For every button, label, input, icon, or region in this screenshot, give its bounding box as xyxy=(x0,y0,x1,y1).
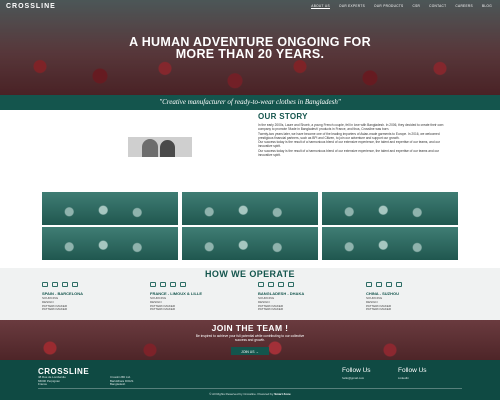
footer-follow-heading: Follow Us xyxy=(398,367,427,374)
copyright-credit-link[interactable]: Smart Zone xyxy=(274,392,291,396)
operate-column-france: FRANCE - LIMOUX & LILLE SOURCING DESIGN … xyxy=(150,291,230,312)
gallery-photo[interactable] xyxy=(322,192,458,225)
gallery-photo[interactable] xyxy=(322,227,458,260)
founder-figure xyxy=(142,139,158,157)
founders-photo xyxy=(128,137,192,157)
nav-our-products[interactable]: OUR PRODUCTS xyxy=(374,4,403,9)
story-paragraph: Twenty-two years later, we have become o… xyxy=(258,131,440,140)
pattern-icon xyxy=(386,282,392,287)
factory-icon xyxy=(180,282,186,287)
footer-address-france: 48 Rue de Lombardie 66000 Perpignan Fran… xyxy=(38,375,66,387)
operate-column-bangladesh: BANGLADESH - DHAKA SOURCING DESIGN PATTE… xyxy=(258,291,338,312)
sourcing-icon xyxy=(366,282,372,287)
copyright-text: © All Rights Reserved by Crossline. Powe… xyxy=(209,392,274,396)
gallery-photo[interactable] xyxy=(42,227,178,260)
operate-item: PATTERN MAKER xyxy=(366,307,392,312)
copyright: © All Rights Reserved by Crossline. Powe… xyxy=(0,392,500,396)
story-paragraph: Our success today is the result of a har… xyxy=(258,149,440,158)
nav-contact[interactable]: CONTACT xyxy=(429,4,446,9)
operate-icons xyxy=(258,282,308,288)
operate-icons xyxy=(42,282,92,288)
join-us-button[interactable]: JOIN US → xyxy=(231,347,269,355)
address-line: Bangladesh xyxy=(110,382,126,386)
nav-csr[interactable]: CSR xyxy=(413,4,421,9)
factory-icon xyxy=(396,282,402,287)
founder-figure xyxy=(160,140,175,157)
address-line: France xyxy=(38,382,47,386)
design-icon xyxy=(376,282,382,287)
gallery-photo[interactable] xyxy=(182,227,318,260)
operate-icons xyxy=(150,282,200,288)
gallery-photo[interactable] xyxy=(42,192,178,225)
pattern-icon xyxy=(62,282,68,287)
pattern-icon xyxy=(278,282,284,287)
story-text: In the early 2000s, Laure and Shoeb, a y… xyxy=(258,123,448,158)
factory-icon xyxy=(288,282,294,287)
join-title: JOIN THE TEAM ! xyxy=(211,323,289,333)
operate-title: HOW WE OPERATE xyxy=(205,269,295,279)
hero-title: A HUMAN ADVENTURE ONGOING FOR MORE THAN … xyxy=(0,36,500,61)
gallery-photo[interactable] xyxy=(182,192,318,225)
factory-icon xyxy=(72,282,78,287)
main-nav: ABOUT US OUR EXPERTS OUR PRODUCTS CSR CO… xyxy=(311,4,492,9)
tagline-banner: "Creative manufacturer of ready-to-wear … xyxy=(0,95,500,110)
nav-careers[interactable]: CAREERS xyxy=(455,4,473,9)
footer-social-link[interactable]: LinkedIn xyxy=(398,376,409,381)
nav-blog[interactable]: BLOG xyxy=(482,4,492,9)
nav-about-us[interactable]: ABOUT US xyxy=(311,4,330,9)
photo-gallery xyxy=(42,192,458,260)
nav-our-experts[interactable]: OUR EXPERTS xyxy=(339,4,365,9)
design-icon xyxy=(52,282,58,287)
footer-email[interactable]: hello@gmail.com xyxy=(342,376,364,381)
operate-column-spain: SPAIN - BARCELONA SOURCING DESIGN PATTER… xyxy=(42,291,122,312)
hero-title-line2: MORE THAN 20 YEARS. xyxy=(175,47,325,61)
operate-item: PATTERN MAKER xyxy=(258,307,284,312)
brand-logo[interactable]: CROSSLINE xyxy=(6,3,56,10)
story-title: OUR STORY xyxy=(258,112,308,121)
sourcing-icon xyxy=(42,282,48,287)
operate-item: PATTERN MAKER xyxy=(42,307,68,312)
sourcing-icon xyxy=(258,282,264,287)
join-subtitle: Be inspired to achieve your full potenti… xyxy=(0,334,500,342)
design-icon xyxy=(268,282,274,287)
footer-divider xyxy=(38,388,462,389)
operate-column-china: CHINA - SUZHOU SOURCING DESIGN PATTERN M… xyxy=(366,291,446,312)
story-paragraph: Our success today is the result of a har… xyxy=(258,140,440,149)
footer-follow-heading: Follow Us xyxy=(342,367,371,374)
footer-address-bangladesh: Crosslin BD Ltd. Bariddhara DOHS Banglad… xyxy=(110,375,133,387)
operate-item: PATTERN MAKER xyxy=(150,307,176,312)
join-subtitle-line2: success and growth. xyxy=(234,338,266,343)
story-paragraph: In the early 2000s, Laure and Shoeb, a y… xyxy=(258,123,444,132)
design-icon xyxy=(160,282,166,287)
pattern-icon xyxy=(170,282,176,287)
sourcing-icon xyxy=(150,282,156,287)
operate-icons xyxy=(366,282,416,288)
